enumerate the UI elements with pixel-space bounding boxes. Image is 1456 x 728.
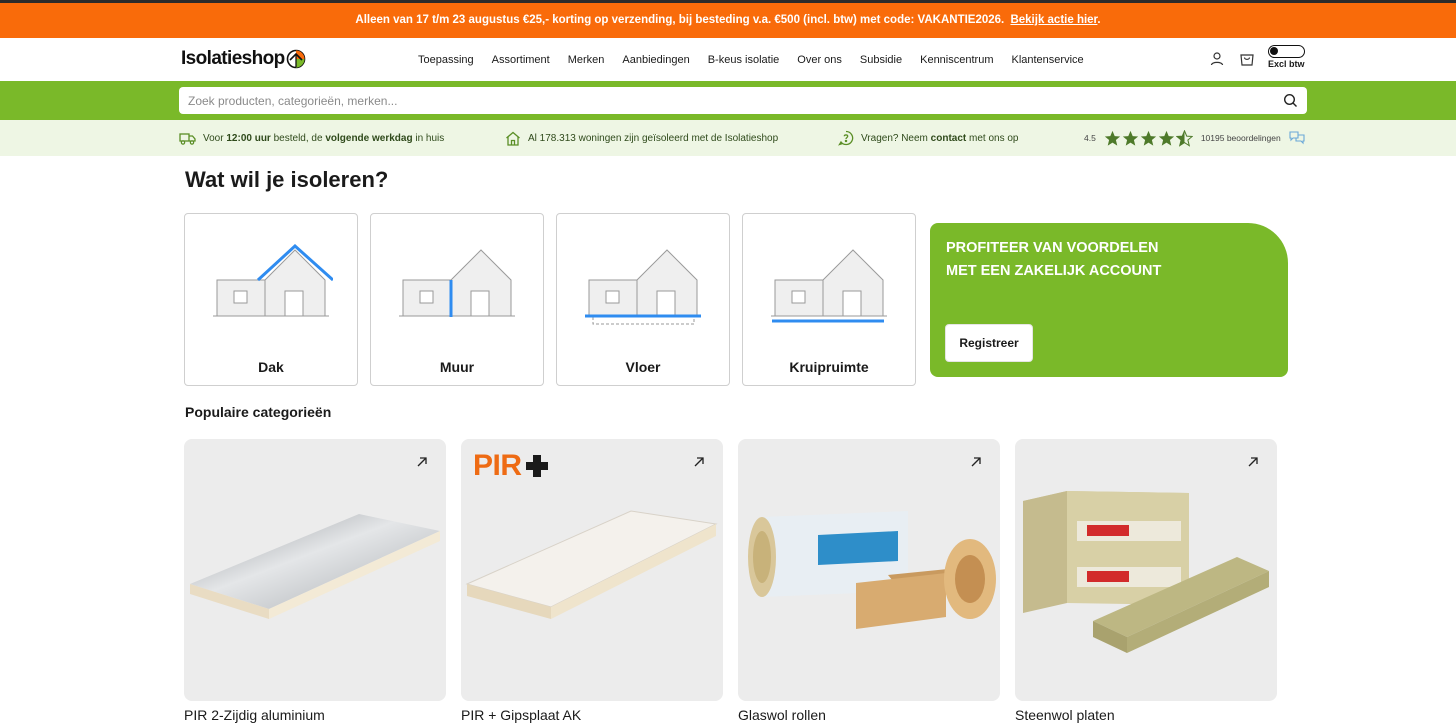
- usp-homes-text: Al 178.313 woningen zijn geïsoleerd met …: [528, 132, 779, 144]
- usp-delivery-text: Voor 12:00 uur besteld, de volgende werk…: [203, 132, 445, 144]
- logo-text: Isolatieshop: [181, 48, 285, 69]
- pir-logo-text: PIR: [473, 449, 522, 482]
- category-card-kruipruimte[interactable]: Kruipruimte: [742, 213, 916, 386]
- category-label: Kruipruimte: [789, 359, 869, 375]
- house-floor-icon: [585, 249, 701, 325]
- search-input[interactable]: [188, 93, 1283, 108]
- nav-item-subsidie[interactable]: Subsidie: [860, 54, 902, 66]
- pir-plus-logo: PIR: [473, 449, 549, 483]
- star-icon: [1122, 130, 1138, 146]
- nav-item-b-keus[interactable]: B-keus isolatie: [708, 54, 780, 66]
- category-card-dak[interactable]: Dak: [184, 213, 358, 386]
- page-title: Wat wil je isoleren?: [185, 167, 389, 192]
- house-crawlspace-icon: [771, 249, 887, 323]
- nav-item-merken[interactable]: Merken: [568, 54, 605, 66]
- arrow-up-right-icon: [971, 457, 981, 467]
- popular-categories-title: Populaire categorieën: [185, 404, 332, 420]
- search-box: [179, 87, 1307, 114]
- category-card-muur[interactable]: Muur: [370, 213, 544, 386]
- pir-aluminium-board-image: [190, 514, 440, 619]
- category-label: Muur: [439, 359, 475, 375]
- rating-widget[interactable]: 4.5 10195 beoordelingen: [1084, 120, 1305, 156]
- site-logo[interactable]: Isolatieshop: [181, 47, 306, 71]
- nav-item-klantenservice[interactable]: Klantenservice: [1011, 54, 1083, 66]
- question-chat-icon: [838, 130, 854, 146]
- product-name[interactable]: PIR 2-Zijdig aluminium: [184, 707, 325, 723]
- product-name[interactable]: Glaswol rollen: [738, 707, 826, 723]
- logo-house-icon: [286, 49, 305, 69]
- nav-item-aanbiedingen[interactable]: Aanbiedingen: [622, 54, 689, 66]
- rating-reviews: 10195 beoordelingen: [1200, 133, 1281, 143]
- header-actions: [1208, 50, 1256, 68]
- promo-banner-link[interactable]: Bekijk actie hier: [1010, 14, 1097, 26]
- user-icon[interactable]: [1208, 50, 1226, 68]
- category-label: Dak: [258, 359, 284, 375]
- promo-banner-suffix: .: [1097, 14, 1101, 26]
- rating-stars: [1104, 129, 1193, 147]
- site-header: Isolatieshop Toepassing Assortiment Merk…: [0, 38, 1456, 81]
- cart-icon[interactable]: [1238, 50, 1256, 68]
- product-card[interactable]: [1015, 439, 1277, 701]
- arrow-up-right-icon: [417, 457, 427, 467]
- truck-icon: [179, 132, 196, 145]
- house-wall-icon: [399, 249, 515, 317]
- vat-toggle-switch[interactable]: [1268, 45, 1305, 58]
- category-label: Vloer: [625, 359, 661, 375]
- usp-delivery: Voor 12:00 uur besteld, de volgende werk…: [179, 120, 444, 156]
- vat-toggle[interactable]: Excl btw: [1268, 45, 1308, 69]
- house-icon: [506, 131, 520, 146]
- register-button[interactable]: Registreer: [945, 324, 1033, 362]
- product-card[interactable]: [184, 439, 446, 701]
- business-account-promo: PROFITEER VAN VOORDELEN MET EEN ZAKELIJK…: [930, 223, 1288, 377]
- search-band: [0, 81, 1456, 120]
- half-star-icon: [1175, 129, 1193, 147]
- vat-toggle-label: Excl btw: [1268, 59, 1305, 69]
- plus-icon: [525, 455, 548, 477]
- star-icon: [1104, 130, 1120, 146]
- usp-bar: Voor 12:00 uur besteld, de volgende werk…: [0, 120, 1456, 156]
- arrow-up-right-icon: [1248, 457, 1258, 467]
- promo-text: PROFITEER VAN VOORDELEN MET EEN ZAKELIJK…: [946, 240, 1162, 279]
- product-card[interactable]: [738, 439, 1000, 701]
- arrow-up-right-icon: [694, 457, 704, 467]
- chat-bubbles-icon: [1289, 131, 1305, 145]
- stone-wool-slabs-image: [1023, 491, 1269, 653]
- nav-item-toepassing[interactable]: Toepassing: [418, 54, 474, 66]
- nav-item-assortiment[interactable]: Assortiment: [492, 54, 550, 66]
- usp-homes: Al 178.313 woningen zijn geïsoleerd met …: [505, 120, 778, 156]
- product-name[interactable]: PIR + Gipsplaat AK: [461, 707, 581, 723]
- usp-contact[interactable]: Vragen? Neem contact met ons op: [838, 120, 1019, 156]
- star-icon: [1158, 130, 1174, 146]
- promo-banner: Alleen van 17 t/m 23 augustus €25,- kort…: [0, 0, 1456, 38]
- glass-wool-rolls-image: [748, 511, 996, 629]
- product-name[interactable]: Steenwol platen: [1015, 707, 1115, 723]
- house-roof-icon: [213, 244, 333, 317]
- product-card[interactable]: PIR: [461, 439, 723, 701]
- rating-score: 4.5: [1084, 133, 1096, 143]
- usp-contact-text: Vragen? Neem contact met ons op: [861, 132, 1019, 144]
- promo-banner-text: Alleen van 17 t/m 23 augustus €25,- kort…: [355, 14, 1005, 26]
- search-icon[interactable]: [1283, 93, 1298, 108]
- nav-item-over-ons[interactable]: Over ons: [797, 54, 842, 66]
- star-icon: [1140, 130, 1156, 146]
- main-nav: Toepassing Assortiment Merken Aanbieding…: [418, 38, 1084, 81]
- nav-item-kenniscentrum[interactable]: Kenniscentrum: [920, 54, 993, 66]
- category-card-vloer[interactable]: Vloer: [556, 213, 730, 386]
